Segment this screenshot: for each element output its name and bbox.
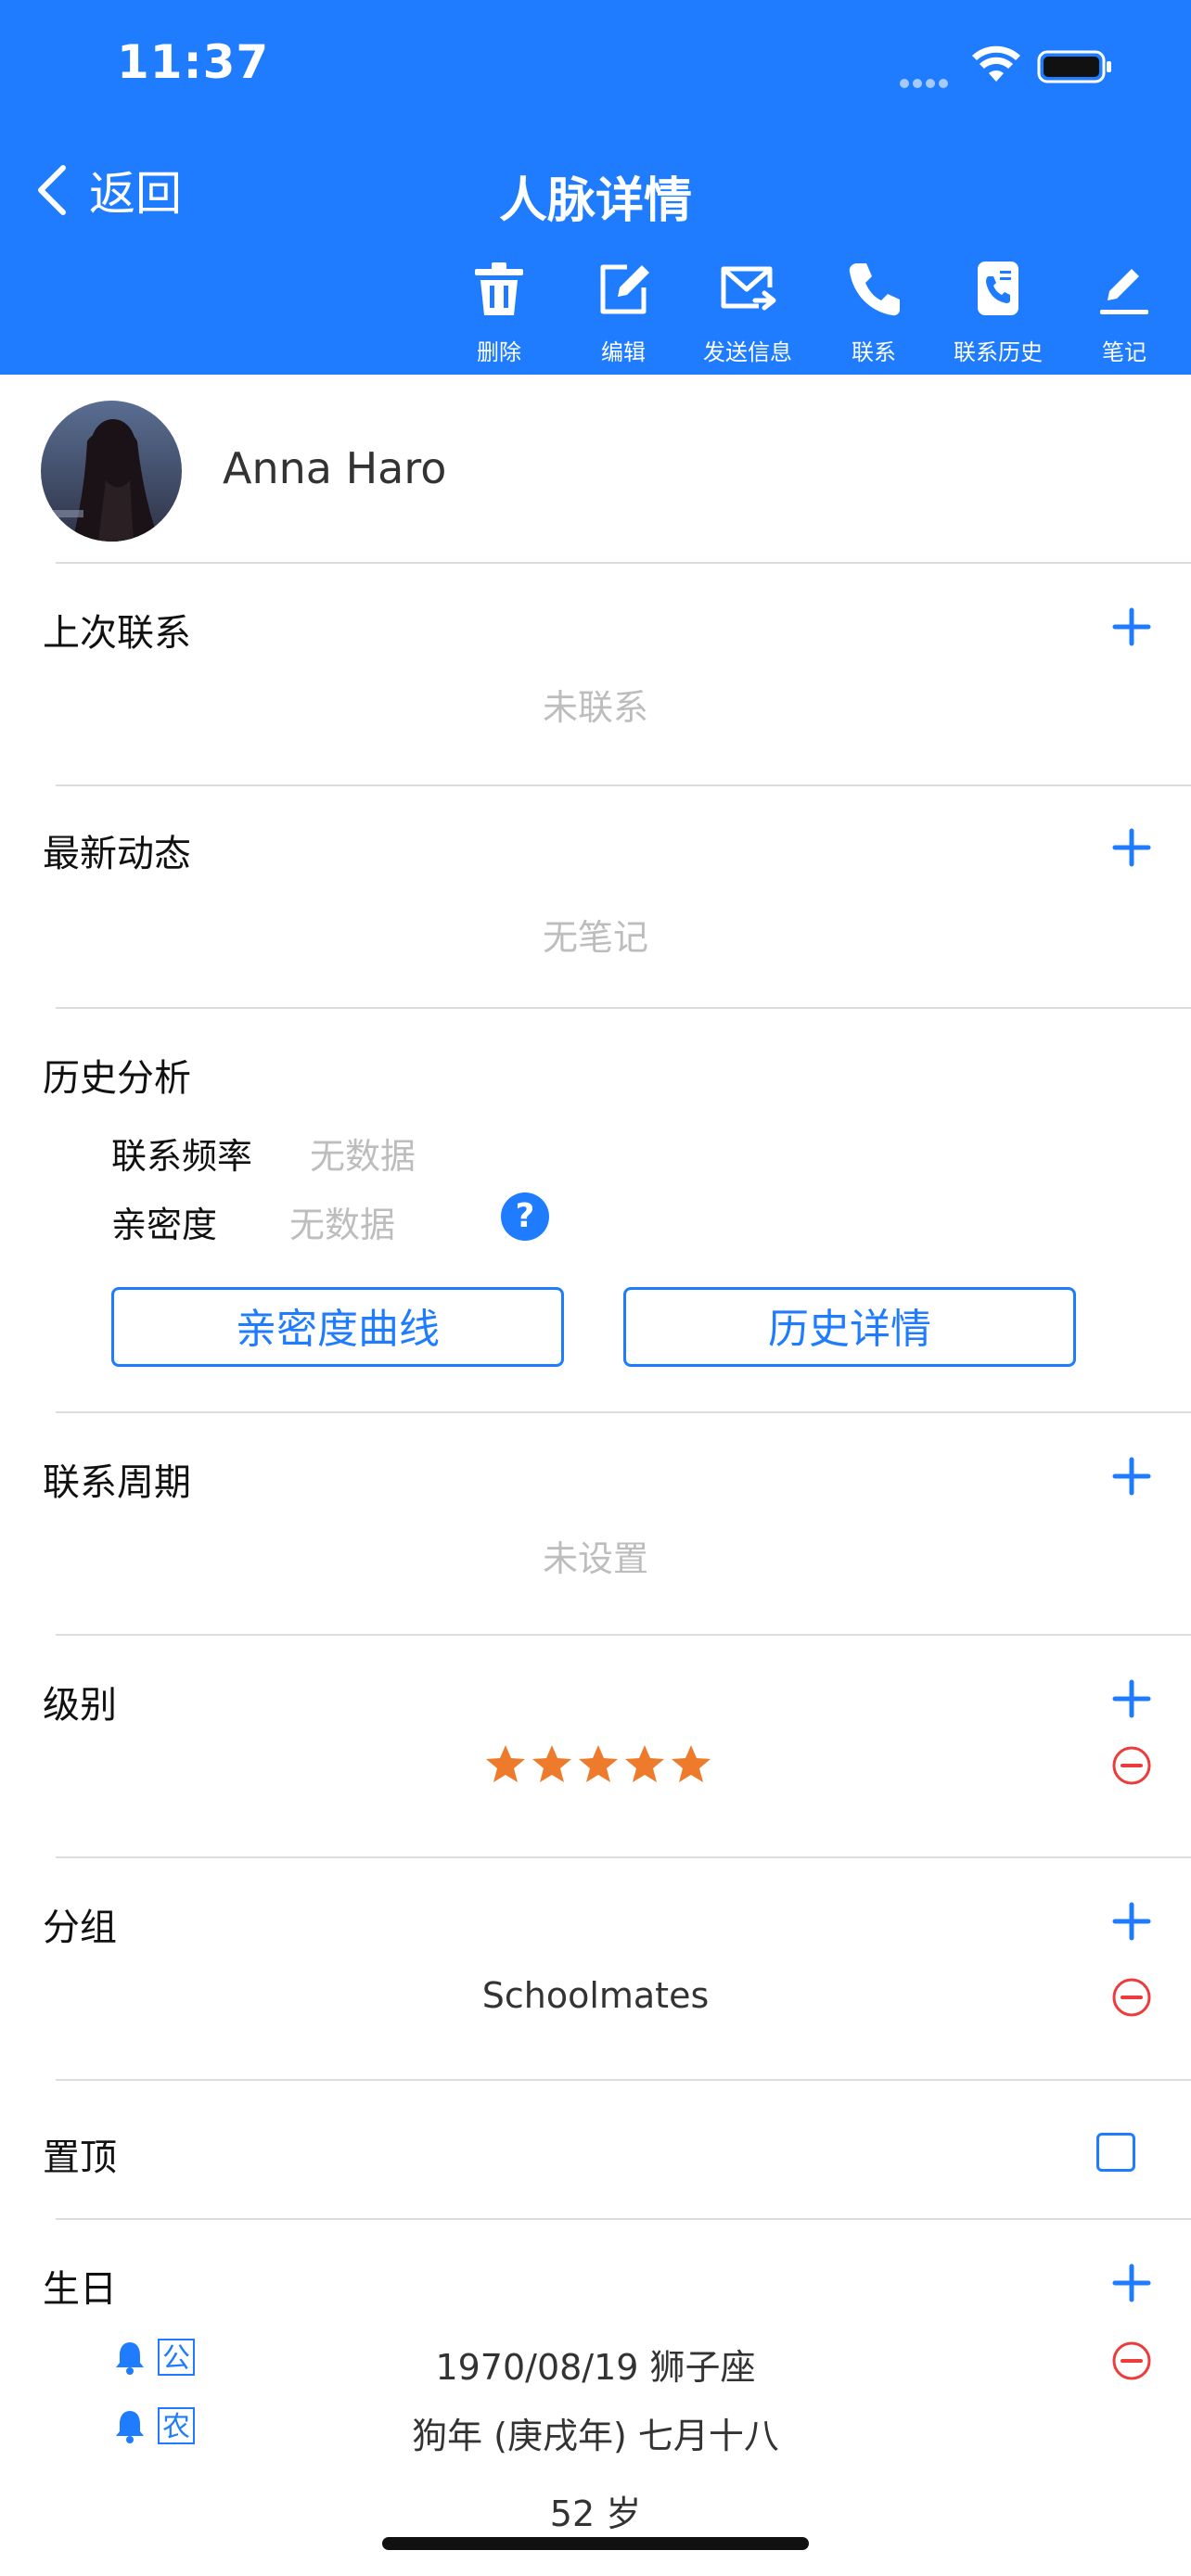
lunar-birthday-value: 狗年 (庚戌年) 七月十八 [412,2416,779,2456]
contact-cycle-placeholder: 未设置 [542,1538,648,1579]
note-label: 笔记 [1102,339,1146,365]
divider [56,1856,1191,1858]
avatar-photo [41,401,182,542]
edit-button[interactable]: 编辑 [558,260,688,366]
help-icon[interactable]: ? [501,1192,549,1241]
add-last-contact-plus-icon[interactable] [1109,605,1154,649]
divider [56,1411,1191,1413]
star-icon[interactable] [484,1743,527,1786]
avatar[interactable] [41,401,182,542]
call-history-button[interactable]: 联系历史 [933,260,1063,366]
contact-cycle-title: 联系周期 [43,1461,191,1504]
pin-checkbox[interactable] [1096,2133,1135,2172]
call-button[interactable]: 联系 [809,260,939,366]
cellular-signal-icon [900,74,952,92]
star-icon[interactable] [577,1743,620,1786]
add-note-plus-icon[interactable] [1109,825,1154,870]
send-message-label: 发送信息 [703,339,792,365]
divider [56,562,1191,564]
add-contact-cycle-plus-icon[interactable] [1109,1454,1154,1498]
remove-birthday-minus-icon[interactable] [1111,2340,1152,2381]
level-title: 级别 [43,1684,117,1727]
note-button[interactable]: 笔记 [1059,260,1189,366]
level-stars [484,1743,712,1786]
intimacy-value: 无数据 [289,1205,396,1245]
send-message-button[interactable]: 发送信息 [683,260,813,366]
home-indicator [382,2537,809,2550]
send-mail-icon [721,266,776,311]
delete-label: 删除 [477,339,521,365]
divider [56,784,1191,786]
trash-icon [475,262,523,315]
latest-news-placeholder: 无笔记 [542,917,648,958]
call-history-label: 联系历史 [954,339,1043,365]
status-time: 11:37 [117,35,270,89]
divider [56,1634,1191,1636]
edit-label: 编辑 [601,339,646,365]
nav-header: 11:37 返回 人脉详情 删除 编辑 发送信息 联系 联系历史 笔记 [0,0,1191,375]
divider [56,2079,1191,2081]
contact-name: Anna Haro [223,443,447,493]
remove-level-minus-icon[interactable] [1111,1745,1152,1786]
delete-button[interactable]: 删除 [434,260,564,366]
birthday-title: 生日 [43,2268,117,2311]
solar-birthday-value: 1970/08/19 狮子座 [435,2347,756,2388]
star-icon[interactable] [670,1743,712,1786]
star-icon[interactable] [531,1743,573,1786]
last-contact-title: 上次联系 [43,612,191,655]
divider [56,1007,1191,1009]
history-analysis-title: 历史分析 [43,1057,191,1100]
intimacy-curve-button[interactable]: 亲密度曲线 [111,1287,564,1367]
phone-icon [849,263,900,316]
star-icon[interactable] [623,1743,666,1786]
history-details-button[interactable]: 历史详情 [623,1287,1076,1367]
age-value: 52 岁 [549,2493,642,2534]
edit-icon [600,264,649,314]
call-history-icon [978,261,1018,315]
last-contact-placeholder: 未联系 [542,687,648,728]
wifi-icon [972,45,1020,82]
intimacy-label: 亲密度 [111,1205,218,1245]
remove-group-minus-icon[interactable] [1111,1977,1152,2018]
page-title: 人脉详情 [498,173,692,229]
pin-title: 置顶 [43,2136,117,2179]
add-group-plus-icon[interactable] [1109,1899,1154,1944]
add-birthday-plus-icon[interactable] [1109,2261,1154,2305]
latest-news-title: 最新动态 [43,833,191,875]
contact-frequency-label: 联系频率 [111,1136,253,1177]
battery-icon [1037,50,1111,83]
call-label: 联系 [852,339,896,365]
note-pen-icon [1100,269,1148,314]
group-title: 分组 [43,1906,117,1949]
divider [56,2218,1191,2220]
contact-frequency-value: 无数据 [310,1136,416,1177]
group-value: Schoolmates [481,1975,710,2016]
add-level-plus-icon[interactable] [1109,1677,1154,1721]
